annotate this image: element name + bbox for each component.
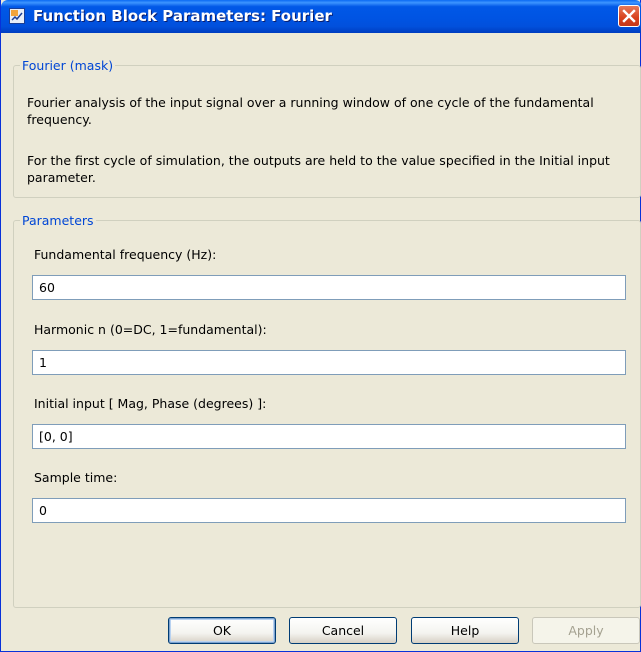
mask-legend: Fourier (mask): [22, 58, 114, 73]
cancel-button[interactable]: Cancel: [289, 617, 397, 644]
close-button[interactable]: [618, 5, 640, 27]
sample-time-label: Sample time:: [34, 470, 118, 485]
window-title: Function Block Parameters: Fourier: [33, 7, 332, 25]
apply-button[interactable]: Apply: [532, 617, 640, 644]
sample-time-field[interactable]: [32, 498, 626, 523]
title-bar[interactable]: Function Block Parameters: Fourier: [1, 0, 641, 33]
simulink-block-icon: [9, 8, 25, 24]
initial-input-field[interactable]: [32, 424, 626, 449]
harmonic-field[interactable]: [32, 350, 626, 375]
ok-button[interactable]: OK: [168, 617, 276, 644]
harmonic-label: Harmonic n (0=DC, 1=fundamental):: [34, 322, 267, 337]
parameters-legend: Parameters: [22, 213, 94, 228]
close-icon: [622, 9, 636, 23]
fundamental-frequency-label: Fundamental frequency (Hz):: [34, 247, 217, 262]
fundamental-frequency-field[interactable]: [32, 275, 626, 300]
mask-note: For the first cycle of simulation, the o…: [27, 153, 610, 185]
initial-input-label: Initial input [ Mag, Phase (degrees) ]:: [34, 396, 267, 411]
dialog-window: Function Block Parameters: Fourier Fouri…: [0, 0, 641, 652]
mask-description: Fourier analysis of the input signal ove…: [27, 95, 594, 127]
help-button[interactable]: Help: [411, 617, 519, 644]
